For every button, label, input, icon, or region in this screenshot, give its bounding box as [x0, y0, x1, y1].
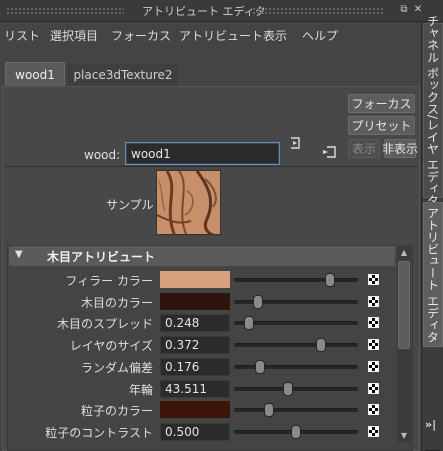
- menu-show[interactable]: 表示: [263, 27, 287, 44]
- tab-channel-box[interactable]: チャネル ボックス/レイヤ エディタ: [423, 15, 443, 206]
- map-texture-icon[interactable]: [368, 426, 379, 437]
- sample-label: サンプル: [106, 198, 154, 212]
- tab-attribute-editor[interactable]: アトリビュート エディタ: [423, 202, 443, 347]
- slider-thumb[interactable]: [253, 295, 263, 309]
- output-connection-icon[interactable]: [322, 145, 336, 159]
- attribute-label: 木目のカラー: [80, 296, 153, 310]
- value-field[interactable]: 0.176: [160, 358, 230, 376]
- tab-place3dtexture2[interactable]: place3dTexture2: [66, 62, 180, 86]
- input-connection-icon[interactable]: [290, 136, 304, 150]
- value-field[interactable]: 43.511: [160, 380, 230, 398]
- slider-thumb[interactable]: [316, 338, 326, 352]
- menu-bar: リスト 選択項目 フォーカス アトリビュート 表示 ヘルプ: [0, 23, 420, 47]
- attribute-label: フィラー カラー: [65, 274, 153, 288]
- node-name-label: wood:: [84, 148, 121, 162]
- section-header[interactable]: ▼ 木目アトリビュート: [9, 246, 395, 266]
- attribute-label: 木目のスプレッド: [56, 317, 153, 331]
- slider-thumb[interactable]: [283, 382, 293, 396]
- menu-list[interactable]: リスト: [4, 27, 40, 44]
- focus-button[interactable]: フォーカス: [348, 94, 415, 113]
- attribute-label: 粒子のカラー: [80, 404, 153, 418]
- tab-wood1[interactable]: wood1: [5, 62, 65, 86]
- value-field[interactable]: 0.500: [160, 423, 230, 441]
- menu-help[interactable]: ヘルプ: [302, 27, 338, 44]
- preset-button[interactable]: プリセット: [348, 116, 415, 135]
- attribute-label: 年輪: [128, 383, 153, 397]
- title-grip-left: [6, 7, 124, 15]
- attribute-label: ランダム偏差: [80, 361, 153, 375]
- map-texture-icon[interactable]: [368, 317, 379, 328]
- slider-track[interactable]: [234, 408, 358, 412]
- section-title: 木目アトリビュート: [47, 250, 156, 264]
- attribute-label: 粒子のコントラスト: [45, 426, 153, 440]
- scroll-down-icon[interactable]: ▼: [397, 430, 411, 442]
- slider-thumb[interactable]: [244, 316, 254, 330]
- scrollbar-thumb[interactable]: [398, 261, 410, 349]
- slider-track[interactable]: [234, 387, 358, 391]
- sample-swatch: [156, 170, 221, 235]
- color-swatch[interactable]: [160, 293, 230, 310]
- slider-track[interactable]: [234, 365, 358, 369]
- map-texture-icon[interactable]: [368, 339, 379, 350]
- title-grip-right: [252, 7, 384, 15]
- attribute-label: レイヤのサイズ: [69, 339, 153, 353]
- color-swatch[interactable]: [160, 401, 230, 418]
- node-name-field[interactable]: [125, 142, 280, 165]
- hide-button[interactable]: 非表示: [382, 139, 418, 158]
- slider-thumb[interactable]: [291, 425, 301, 439]
- title-bar[interactable]: アトリビュート エディタ ⧉ ✕: [0, 0, 443, 22]
- collapse-triangle-icon[interactable]: ▼: [15, 249, 23, 260]
- close-icon[interactable]: ✕: [412, 4, 424, 16]
- vertical-scrollbar[interactable]: ▲ ▼: [397, 247, 411, 442]
- window-title: アトリビュート エディタ: [142, 5, 266, 18]
- node-tab-bar: wood1 place3dTexture2: [0, 62, 420, 86]
- map-texture-icon[interactable]: [368, 274, 379, 285]
- expand-icon[interactable]: »|: [425, 418, 436, 431]
- value-field[interactable]: 0.248: [160, 314, 230, 332]
- map-texture-icon[interactable]: [368, 296, 379, 307]
- menu-focus[interactable]: フォーカス: [111, 27, 171, 44]
- show-button[interactable]: 表示: [348, 139, 380, 158]
- slider-thumb[interactable]: [325, 273, 335, 287]
- map-texture-icon[interactable]: [368, 383, 379, 394]
- map-texture-icon[interactable]: [368, 404, 379, 415]
- value-field[interactable]: 0.372: [160, 336, 230, 354]
- float-window-icon[interactable]: ⧉: [398, 4, 410, 16]
- menu-selection[interactable]: 選択項目: [50, 27, 98, 44]
- scroll-up-icon[interactable]: ▲: [397, 247, 411, 259]
- menu-attributes[interactable]: アトリビュート: [179, 27, 263, 44]
- slider-thumb[interactable]: [255, 360, 265, 374]
- color-swatch[interactable]: [160, 271, 230, 288]
- slider-track[interactable]: [234, 343, 358, 347]
- side-tab-strip: チャネル ボックス/レイヤ エディタ アトリビュート エディタ »| ▦: [421, 15, 443, 451]
- slider-track[interactable]: [234, 278, 358, 282]
- map-texture-icon[interactable]: [368, 361, 379, 372]
- slider-thumb[interactable]: [264, 403, 274, 417]
- divider: [4, 166, 418, 167]
